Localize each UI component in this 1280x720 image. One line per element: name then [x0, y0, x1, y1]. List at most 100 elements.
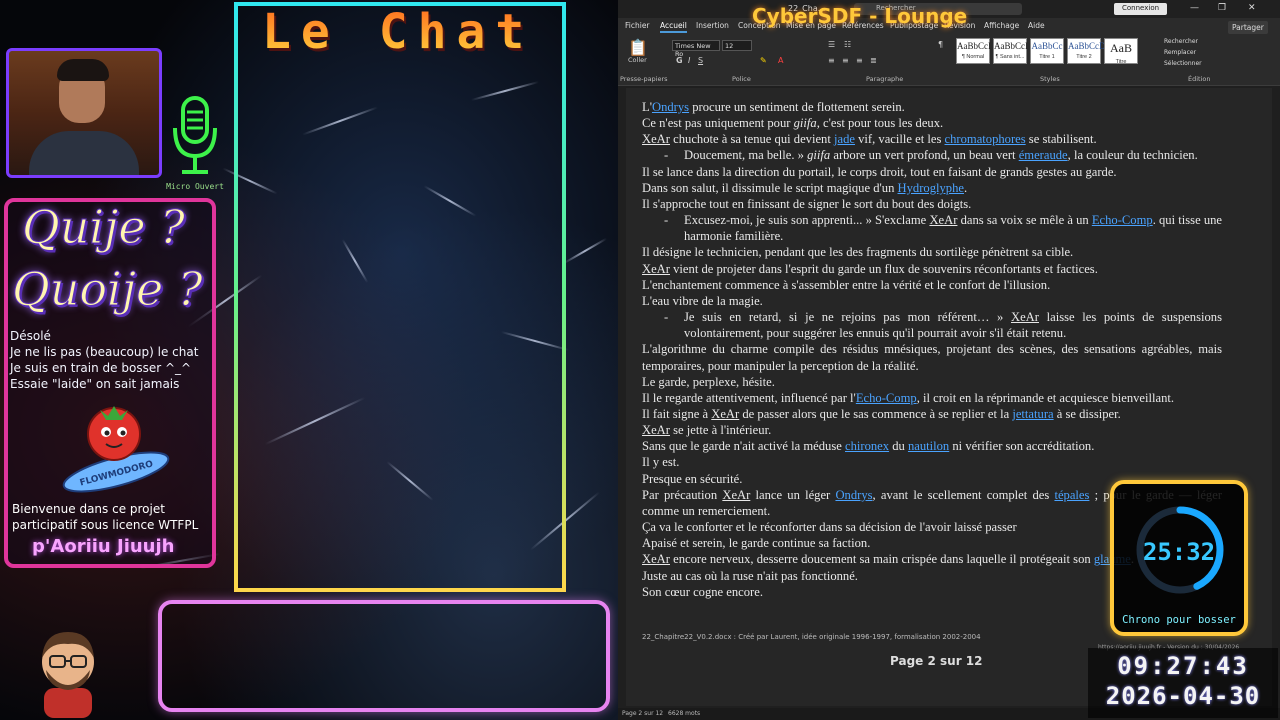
text-run: Je suis en retard, si je ne rejoins pas … — [684, 310, 1011, 325]
paragraph[interactable]: Le garde, perplexe, hésite. — [642, 374, 1222, 390]
dialogue-line[interactable]: Excusez-moi, je suis son apprenti... » S… — [642, 212, 1222, 244]
pilcrow-icon[interactable]: ¶ — [938, 40, 943, 49]
glossary-link[interactable]: jettatura — [1012, 407, 1053, 421]
text-run: Excusez-moi, je suis son apprenti... » S… — [684, 213, 930, 228]
paragraph[interactable]: XeAr se jette à l'intérieur. — [642, 422, 1222, 438]
minimize-icon[interactable]: — — [1190, 3, 1199, 13]
paragraph[interactable]: XeAr vient de projeter dans l'esprit du … — [642, 261, 1222, 277]
welcome-text: Bienvenue dans ce projet participatif so… — [12, 501, 198, 533]
dialogue-line[interactable]: Je suis en retard, si je ne rejoins pas … — [642, 309, 1222, 341]
glossary-link[interactable]: Ondrys — [835, 488, 872, 502]
paragraph[interactable]: XeAr chuchote à sa tenue qui devient jad… — [642, 131, 1222, 147]
paragraph[interactable]: Il s'approche tout en finissant de signe… — [642, 196, 1222, 212]
style-normal[interactable]: AaBbCcI ¶ Normal — [956, 38, 991, 64]
glossary-link[interactable]: Hydroglyphe — [898, 181, 964, 195]
paragraph[interactable]: Il le regarde attentivement, influencé p… — [642, 390, 1222, 406]
glossary-link[interactable]: jade — [834, 132, 855, 146]
text-run: lance un léger — [750, 487, 836, 502]
connect-button[interactable]: Connexion — [1114, 3, 1168, 15]
share-button[interactable]: Partager — [1228, 21, 1268, 34]
paste-icon[interactable]: 📋 — [628, 38, 648, 57]
style-name: Titre 2 — [1076, 54, 1092, 60]
paragraph[interactable]: L'algorithme du charme compile des résid… — [642, 341, 1222, 373]
menu-accueil[interactable]: Accueil — [660, 21, 687, 33]
light-streak — [562, 237, 608, 265]
style-name: Titre 1 — [1039, 54, 1055, 60]
paragraph[interactable]: Dans son salut, il dissimule le script m… — [642, 180, 1222, 196]
mic-label: Micro Ouvert — [166, 182, 224, 191]
restore-icon[interactable]: ❐ — [1218, 3, 1226, 13]
text-run: à se dissiper. — [1053, 406, 1121, 421]
italic-text: giifa — [793, 116, 817, 131]
style-titre[interactable]: AaB Titre — [1104, 38, 1138, 65]
text-run: Dans son salut, il dissimule le script m… — [642, 180, 898, 195]
text-run: du — [889, 439, 908, 454]
style-sample: AaBbCcD — [1068, 41, 1106, 51]
glossary-link[interactable]: chironex — [845, 439, 889, 453]
style-sample: AaBbCcI — [994, 41, 1028, 51]
underline-icon[interactable]: S — [698, 56, 703, 65]
align-left-icon[interactable]: ≡ — [828, 56, 835, 65]
ribbon: 📋 Coller Presse-papiers Times New Ro 12 … — [618, 34, 1280, 86]
paragraph[interactable]: Il désigne le technicien, pendant que le… — [642, 244, 1222, 260]
paste-label[interactable]: Coller — [628, 56, 647, 64]
timer-label: Chrono pour bosser — [1122, 614, 1236, 626]
clipboard-group-label: Presse-papiers — [620, 75, 668, 83]
justify-icon[interactable]: ≣ — [870, 56, 877, 65]
document-footer-note: 22_Chapitre22_V0.2.docx : Créé par Laure… — [642, 633, 981, 641]
close-icon[interactable]: ✕ — [1248, 3, 1256, 13]
menu-insertion[interactable]: Insertion — [696, 21, 729, 30]
text-run: Le garde, perplexe, hésite. — [642, 374, 775, 389]
dialogue-line[interactable]: Doucement, ma belle. » giifa arbore un v… — [642, 147, 1222, 163]
editing-group-label: Édition — [1188, 75, 1211, 83]
align-right-icon[interactable]: ≡ — [856, 56, 863, 65]
numbering-icon[interactable]: ☷ — [844, 40, 851, 49]
glossary-link[interactable]: nautilon — [908, 439, 949, 453]
mic-status: Micro Ouvert — [162, 94, 228, 192]
text-run: Doucement, ma belle. » — [684, 148, 808, 163]
text-run: vient de projeter dans l'esprit du garde… — [669, 261, 1098, 276]
glossary-link[interactable]: Ondrys — [652, 100, 689, 114]
glossary-link[interactable]: Echo-Comp — [856, 391, 917, 405]
find-button[interactable]: Rechercher — [1164, 38, 1198, 45]
font-size-select[interactable]: 12 — [722, 40, 752, 51]
highlight-icon[interactable]: ✎ — [760, 56, 767, 65]
paragraph[interactable]: Il se lance dans la direction du portail… — [642, 164, 1222, 180]
text-run: Il se lance dans la direction du portail… — [642, 164, 1117, 179]
text-run: . — [963, 180, 968, 195]
glossary-link[interactable]: émeraude — [1019, 148, 1068, 162]
style-titre-1[interactable]: AaBbCc Titre 1 — [1030, 38, 1064, 64]
select-button[interactable]: Sélectionner — [1164, 60, 1202, 67]
paragraph[interactable]: Ce n'est pas uniquement pour giifa, c'es… — [642, 115, 1222, 131]
glossary-link[interactable]: tépales — [1054, 488, 1089, 502]
info-line: Je ne lis pas (beaucoup) le chat — [10, 345, 199, 359]
paragraph[interactable]: L'Ondrys procure un sentiment de flottem… — [642, 99, 1222, 115]
text-run: se stabilisent. — [1025, 132, 1097, 147]
paragraph[interactable]: Il y est. — [642, 454, 1222, 470]
paragraph[interactable]: Sans que le garde n'ait activé la méduse… — [642, 438, 1222, 454]
align-center-icon[interactable]: ≡ — [842, 56, 849, 65]
paragraph[interactable]: L'eau vibre de la magie. — [642, 293, 1222, 309]
text-run: Son cœur cogne encore. — [642, 584, 763, 599]
italic-icon[interactable]: I — [688, 56, 690, 65]
status-page[interactable]: Page 2 sur 12 — [622, 710, 663, 717]
italic-text: giifa — [807, 148, 831, 163]
styles-group-label: Styles — [1040, 75, 1060, 83]
text-run: Il s'approche tout en finissant de signe… — [642, 196, 972, 211]
replace-button[interactable]: Remplacer — [1164, 49, 1196, 56]
text-run: chuchote à sa tenue qui devient — [669, 132, 834, 147]
style-sans-interligne[interactable]: AaBbCcI ¶ Sans int... — [993, 38, 1028, 64]
glossary-link[interactable]: Echo-Comp — [1092, 213, 1153, 227]
font-name-select[interactable]: Times New Ro — [672, 40, 720, 58]
style-titre-2[interactable]: AaBbCcD Titre 2 — [1067, 38, 1106, 64]
menu-fichier[interactable]: Fichier — [625, 21, 650, 30]
menu-aide[interactable]: Aide — [1028, 21, 1045, 30]
bold-icon[interactable]: G — [676, 56, 683, 65]
status-word-count[interactable]: 6628 mots — [668, 710, 700, 717]
font-color-icon[interactable]: A — [778, 56, 783, 65]
paragraph[interactable]: L'enchantement commence à s'assembler en… — [642, 277, 1222, 293]
paragraph[interactable]: Il fait signe à XeAr de passer alors que… — [642, 406, 1222, 422]
menu-affichage[interactable]: Affichage — [984, 21, 1019, 30]
glossary-link[interactable]: chromatophores — [945, 132, 1026, 146]
bullets-icon[interactable]: ☰ — [828, 40, 835, 49]
